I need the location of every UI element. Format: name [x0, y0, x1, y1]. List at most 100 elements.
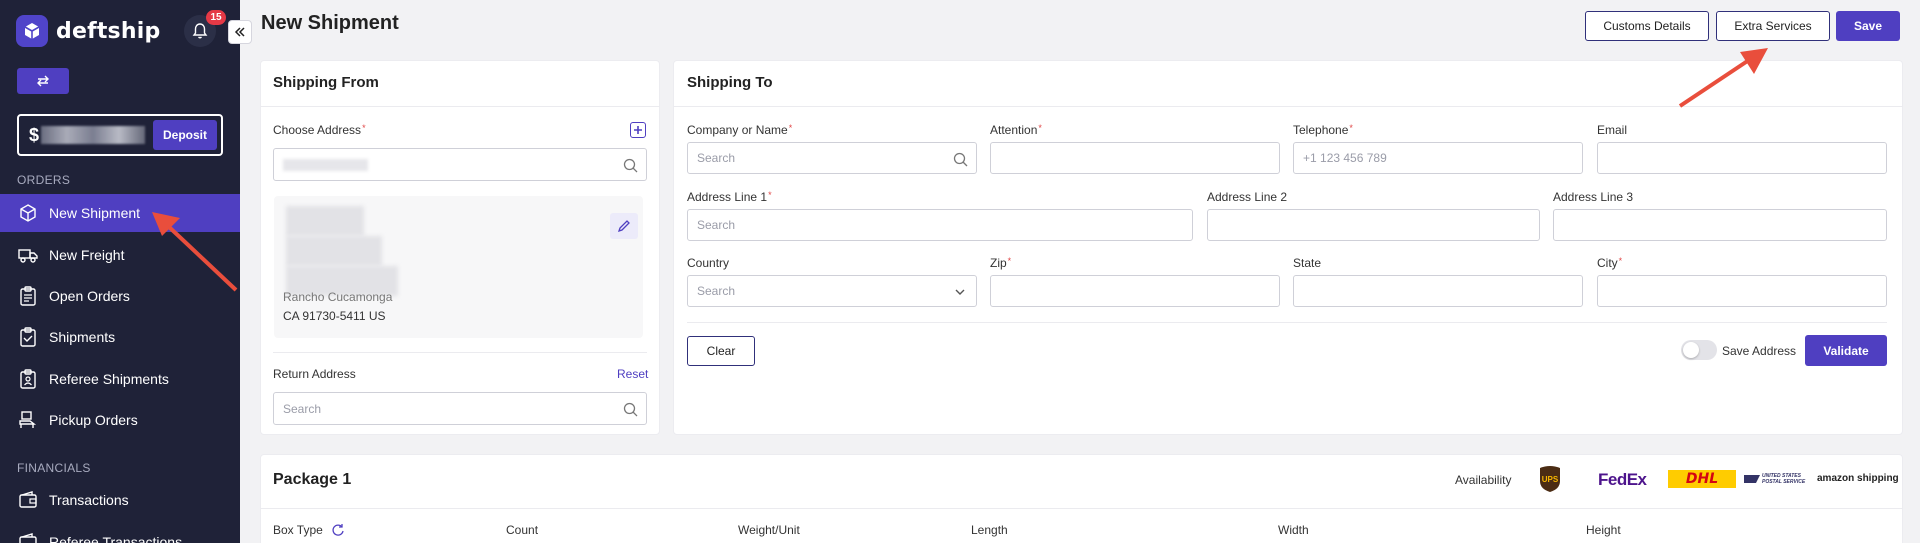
country-label: Country — [687, 256, 730, 270]
country-placeholder: Search — [697, 284, 736, 298]
sidebar-item-referee-shipments[interactable]: Referee Shipments — [0, 360, 240, 398]
address-line-3-input[interactable] — [1553, 209, 1887, 241]
email-label: Email — [1597, 123, 1628, 137]
city-input[interactable] — [1597, 275, 1887, 307]
address-line-2-label: Address Line 2 — [1207, 190, 1288, 204]
required-marker: * — [788, 123, 793, 133]
sidebar-item-pickup-orders[interactable]: Pickup Orders — [0, 401, 240, 439]
divider — [673, 106, 1903, 107]
balance-box: $ Deposit — [17, 114, 223, 156]
clipboard-user-icon — [17, 368, 39, 390]
state-input[interactable] — [1293, 275, 1583, 307]
address-line-1-label-text: Address Line 1 — [687, 190, 768, 204]
sidebar-item-label: Shipments — [49, 329, 116, 345]
dhl-logo-text: DHL — [1685, 471, 1719, 487]
attention-label: Attention* — [990, 123, 1042, 137]
clipboard-icon — [17, 285, 39, 307]
shipping-from-title: Shipping From — [273, 74, 379, 91]
company-placeholder: Search — [697, 151, 736, 165]
state-label: State — [1293, 256, 1322, 270]
zip-label: Zip* — [990, 256, 1011, 270]
reset-link[interactable]: Reset — [617, 367, 648, 381]
choose-address-label: Choose Address* — [273, 123, 366, 137]
sidebar-item-label: Referee Shipments — [49, 371, 169, 387]
divider — [260, 106, 660, 107]
required-marker: * — [768, 190, 772, 200]
sidebar-item-open-orders[interactable]: Open Orders — [0, 277, 240, 315]
sidebar-item-shipments[interactable]: Shipments — [0, 318, 240, 356]
package-title: Package 1 — [273, 471, 352, 488]
sidebar-item-transactions[interactable]: Transactions — [0, 481, 240, 519]
save-button[interactable]: Save — [1836, 11, 1900, 41]
clear-button[interactable]: Clear — [687, 336, 755, 366]
choose-address-input[interactable] — [273, 148, 647, 181]
validate-button[interactable]: Validate — [1805, 335, 1887, 366]
amazon-shipping-logo-icon: amazon shipping — [1817, 473, 1899, 484]
address-line-2-input[interactable] — [1207, 209, 1540, 241]
customs-details-button[interactable]: Customs Details — [1585, 11, 1709, 41]
save-address-label: Save Address — [1722, 344, 1797, 358]
address-line-1-input[interactable]: Search — [687, 209, 1193, 241]
divider — [687, 322, 1887, 323]
required-marker: * — [1349, 123, 1353, 133]
wallet-icon — [17, 489, 39, 511]
box-type-label: Box Type — [273, 523, 345, 537]
weight-unit-label: Weight/Unit — [738, 523, 800, 537]
company-search-input[interactable]: Search — [687, 142, 977, 174]
pickup-icon — [17, 409, 39, 431]
save-address-toggle[interactable] — [1681, 340, 1717, 360]
extra-services-button[interactable]: Extra Services — [1716, 11, 1830, 41]
box-type-label-text: Box Type — [273, 523, 323, 537]
ups-logo-icon: UPS — [1538, 465, 1562, 493]
switch-account-button[interactable] — [17, 68, 69, 94]
sidebar-item-new-freight[interactable]: New Freight — [0, 236, 240, 274]
sidebar-item-label: Referee Transactions — [49, 534, 183, 543]
required-marker: * — [1038, 123, 1042, 133]
usps-logo-icon: UNITED STATES POSTAL SERVICE — [1744, 470, 1812, 488]
email-input[interactable] — [1597, 142, 1887, 174]
attention-label-text: Attention — [990, 123, 1038, 137]
deposit-button[interactable]: Deposit — [153, 120, 217, 150]
address-line-1-label: Address Line 1* — [687, 190, 772, 204]
country-select[interactable]: Search — [687, 275, 977, 307]
sidebar-item-referee-transactions[interactable]: Referee Transactions — [0, 523, 240, 543]
clipboard-check-icon — [17, 326, 39, 348]
edit-address-button[interactable] — [610, 213, 638, 239]
sidebar-item-label: Transactions — [49, 492, 129, 508]
required-marker: * — [362, 123, 366, 133]
sidebar-item-new-shipment[interactable]: New Shipment — [0, 194, 240, 232]
address-line-city: Rancho Cucamonga — [283, 290, 393, 304]
logo-text: deftship — [56, 18, 161, 44]
redacted-address-block — [286, 236, 382, 266]
add-address-button[interactable] — [630, 122, 646, 138]
telephone-label: Telephone* — [1293, 123, 1353, 137]
city-label-text: City — [1597, 256, 1618, 270]
page-title: New Shipment — [261, 12, 399, 34]
return-address-label: Return Address — [273, 367, 356, 381]
fedex-logo-text: FedEx — [1598, 470, 1647, 489]
return-address-search-input[interactable]: Search — [273, 392, 647, 425]
length-label: Length — [971, 523, 1008, 537]
ups-logo-text: UPS — [1542, 475, 1559, 484]
pencil-icon — [617, 220, 630, 233]
box-icon — [17, 202, 39, 224]
address-line-1-placeholder: Search — [697, 218, 736, 232]
divider — [260, 508, 1903, 509]
telephone-placeholder: +1 123 456 789 — [1303, 151, 1387, 165]
required-marker: * — [1007, 256, 1012, 266]
return-address-placeholder: Search — [283, 401, 322, 416]
sidebar: deftship 15 $ Deposit ORDERS New Shipmen… — [0, 0, 240, 543]
wallet-icon — [17, 531, 39, 543]
required-marker: * — [1618, 256, 1623, 266]
attention-input[interactable] — [990, 142, 1280, 174]
zip-input[interactable] — [990, 275, 1280, 307]
refresh-icon[interactable] — [331, 523, 345, 537]
count-label: Count — [506, 523, 539, 537]
search-icon — [622, 157, 638, 173]
zip-label-text: Zip — [990, 256, 1007, 270]
choose-address-label-text: Choose Address — [273, 123, 362, 137]
telephone-input[interactable]: +1 123 456 789 — [1293, 142, 1583, 174]
chevron-down-icon — [952, 284, 968, 300]
company-label-text: Company or Name — [687, 123, 788, 137]
collapse-sidebar-button[interactable] — [228, 20, 252, 44]
